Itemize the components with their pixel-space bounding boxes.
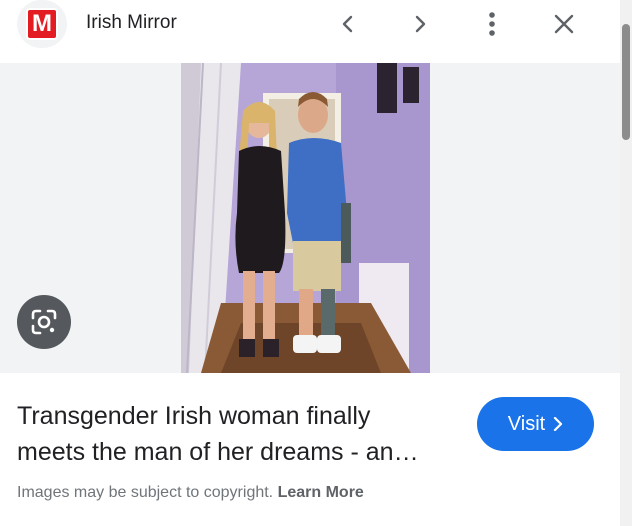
copyright-text: Images may be subject to copyright. xyxy=(17,484,274,501)
result-title[interactable]: Transgender Irish woman finally meets th… xyxy=(17,398,457,470)
result-title-line-1: Transgender Irish woman finally xyxy=(17,402,371,430)
logo-frame: M xyxy=(26,8,58,40)
logo-letter: M xyxy=(28,10,56,38)
visit-button-label: Visit xyxy=(507,412,546,435)
learn-more-link[interactable]: Learn More xyxy=(278,484,364,501)
more-vert-icon xyxy=(489,12,495,36)
close-button[interactable] xyxy=(544,4,584,44)
visit-button[interactable]: Visit xyxy=(477,397,594,451)
next-button[interactable] xyxy=(400,4,440,44)
result-image[interactable] xyxy=(181,63,430,373)
chevron-left-icon xyxy=(342,15,353,33)
header-bar: M Irish Mirror xyxy=(0,0,620,48)
chevron-right-icon xyxy=(415,15,426,33)
more-options-button[interactable] xyxy=(472,4,512,44)
image-preview-area xyxy=(0,63,620,373)
google-lens-icon xyxy=(31,309,57,335)
photo-illustration xyxy=(181,63,430,373)
source-logo[interactable]: M xyxy=(17,0,67,48)
chevron-right-icon xyxy=(554,417,563,431)
scrollbar[interactable] xyxy=(620,0,632,526)
google-lens-button[interactable] xyxy=(17,295,71,349)
close-icon xyxy=(554,14,574,34)
source-name[interactable]: Irish Mirror xyxy=(86,12,177,34)
copyright-note: Images may be subject to copyright. Lear… xyxy=(17,484,364,502)
previous-button[interactable] xyxy=(328,4,368,44)
result-title-line-2: meets the man of her dreams - an… xyxy=(17,438,419,466)
scrollbar-thumb[interactable] xyxy=(622,24,630,140)
